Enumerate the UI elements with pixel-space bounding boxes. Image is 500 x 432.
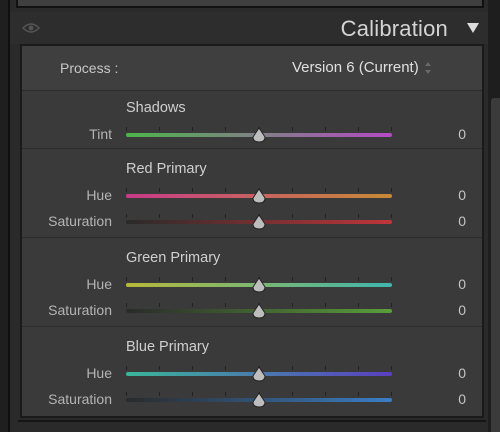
section-title: Red Primary xyxy=(126,161,207,177)
slider-tick xyxy=(159,366,160,370)
updown-chevron-icon[interactable] xyxy=(424,60,432,76)
slider-value[interactable]: 0 xyxy=(432,302,466,318)
slider-tick xyxy=(192,366,193,370)
slider-tick xyxy=(159,277,160,281)
slider-tick xyxy=(358,214,359,218)
slider-tick xyxy=(358,366,359,370)
slider-tick xyxy=(292,303,293,307)
slider-tick xyxy=(126,277,127,281)
scrollbar-thumb[interactable] xyxy=(491,98,500,432)
slider-value[interactable]: 0 xyxy=(432,276,466,292)
slider-tick xyxy=(391,303,392,307)
slider-tick xyxy=(391,392,392,396)
slider-tick xyxy=(192,188,193,192)
slider-thumb[interactable] xyxy=(251,277,267,293)
slider-tick xyxy=(391,188,392,192)
slider-tick xyxy=(159,188,160,192)
slider-tick xyxy=(292,188,293,192)
slider-tick xyxy=(225,392,226,396)
slider-thumb[interactable] xyxy=(251,214,267,230)
slider-tick xyxy=(126,303,127,307)
section-blue-primary: Blue Primary Hue 0 Saturation 0 xyxy=(22,328,482,416)
slider-tick xyxy=(292,392,293,396)
process-label: Process : xyxy=(60,60,119,76)
left-panel-edge xyxy=(0,0,8,432)
slider-tick xyxy=(126,392,127,396)
slider-label: Saturation xyxy=(48,302,112,318)
slider-tick xyxy=(358,303,359,307)
slider-thumb[interactable] xyxy=(251,366,267,382)
slider-tick xyxy=(325,277,326,281)
slider-tick xyxy=(225,188,226,192)
slider-tick xyxy=(391,127,392,131)
slider-thumb[interactable] xyxy=(251,127,267,143)
slider-tick xyxy=(225,127,226,131)
previous-panel-bottom xyxy=(16,0,484,8)
slider-tick xyxy=(126,188,127,192)
slider-value[interactable]: 0 xyxy=(432,126,466,142)
slider-tick xyxy=(225,214,226,218)
slider-tick xyxy=(126,127,127,131)
slider-thumb[interactable] xyxy=(251,392,267,408)
calibration-header[interactable]: Calibration xyxy=(10,12,488,44)
slider-tick xyxy=(159,214,160,218)
section-red-primary: Red Primary Hue 0 Saturation 0 xyxy=(22,150,482,238)
slider-tick xyxy=(325,214,326,218)
slider-tick xyxy=(225,366,226,370)
slider-tick xyxy=(391,366,392,370)
slider-label: Tint xyxy=(89,126,112,142)
process-row: Process : Version 6 (Current) xyxy=(22,46,482,91)
collapse-triangle-icon[interactable] xyxy=(466,22,480,34)
slider-tick xyxy=(325,366,326,370)
slider-tick xyxy=(391,277,392,281)
section-shadows: Shadows Tint 0 xyxy=(22,91,482,149)
slider-label: Hue xyxy=(86,276,112,292)
section-green-primary: Green Primary Hue 0 Saturation 0 xyxy=(22,239,482,327)
section-title: Blue Primary xyxy=(126,339,209,355)
slider-tick xyxy=(192,303,193,307)
slider-value[interactable]: 0 xyxy=(432,187,466,203)
slider-tick xyxy=(159,127,160,131)
slider-label: Saturation xyxy=(48,213,112,229)
slider-tick xyxy=(159,392,160,396)
section-title: Green Primary xyxy=(126,250,221,266)
slider-tick xyxy=(192,277,193,281)
section-title: Shadows xyxy=(126,100,186,116)
slider-tick xyxy=(358,277,359,281)
slider-tick xyxy=(192,127,193,131)
slider-tick xyxy=(126,366,127,370)
slider-tick xyxy=(325,127,326,131)
slider-tick xyxy=(391,214,392,218)
slider-tick xyxy=(292,366,293,370)
slider-tick xyxy=(292,277,293,281)
slider-label: Hue xyxy=(86,365,112,381)
eye-icon[interactable] xyxy=(22,22,40,34)
slider-tick xyxy=(292,214,293,218)
panel-title: Calibration xyxy=(340,16,448,41)
slider-value[interactable]: 0 xyxy=(432,391,466,407)
slider-tick xyxy=(358,392,359,396)
left-panel-divider xyxy=(8,0,10,432)
slider-value[interactable]: 0 xyxy=(432,213,466,229)
slider-tick xyxy=(325,392,326,396)
slider-tick xyxy=(358,188,359,192)
slider-label: Hue xyxy=(86,187,112,203)
slider-tick xyxy=(192,214,193,218)
slider-thumb[interactable] xyxy=(251,188,267,204)
slider-tick xyxy=(292,127,293,131)
slider-value[interactable]: 0 xyxy=(432,365,466,381)
slider-tick xyxy=(159,303,160,307)
slider-label: Saturation xyxy=(48,391,112,407)
slider-tick xyxy=(192,392,193,396)
calibration-panel: Process : Version 6 (Current) Shadows Ti… xyxy=(20,44,484,418)
slider-tick xyxy=(225,303,226,307)
slider-tick xyxy=(325,303,326,307)
panel-bottom-divider xyxy=(18,420,486,422)
slider-tick xyxy=(325,188,326,192)
process-select[interactable]: Version 6 (Current) xyxy=(292,59,419,76)
slider-thumb[interactable] xyxy=(251,303,267,319)
slider-tick xyxy=(358,127,359,131)
slider-tick xyxy=(126,214,127,218)
slider-tick xyxy=(225,277,226,281)
